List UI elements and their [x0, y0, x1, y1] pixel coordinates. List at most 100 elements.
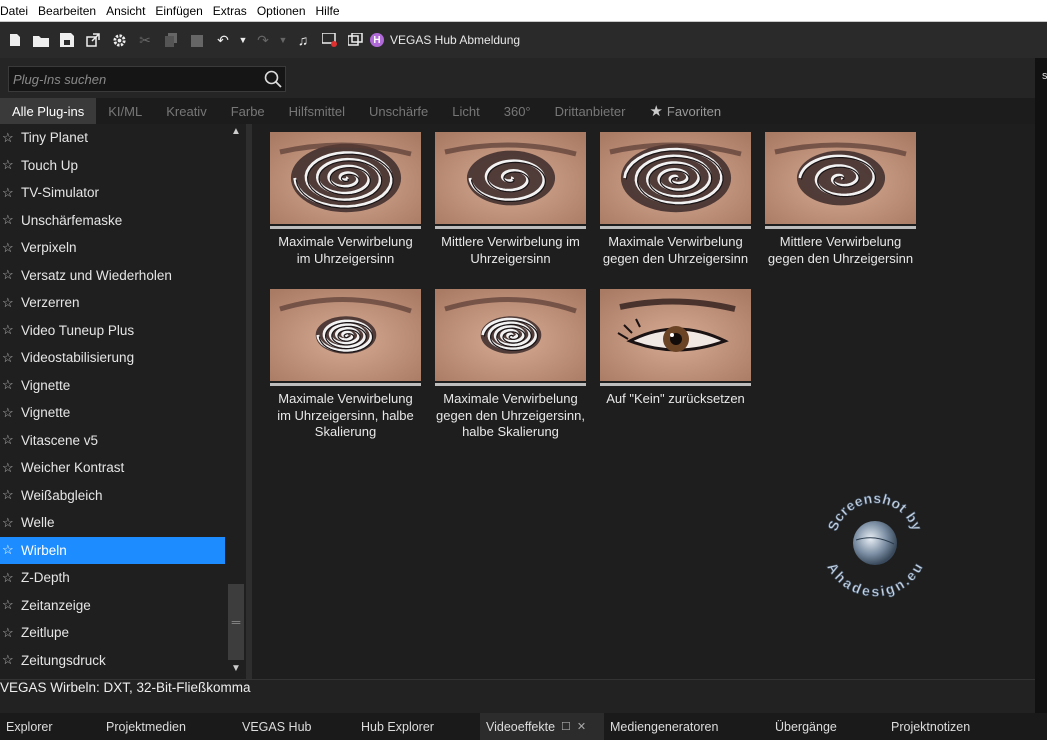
plugin-list-item[interactable]: ☆ Vignette: [0, 372, 225, 400]
star-outline-icon[interactable]: ☆: [2, 570, 20, 586]
tab-drittanbieter[interactable]: Drittanbieter: [543, 98, 638, 124]
tab-projektmedien[interactable]: Projektmedien: [100, 713, 236, 740]
paste-icon[interactable]: [186, 29, 208, 51]
tab-licht[interactable]: Licht: [440, 98, 491, 124]
tab-explorer[interactable]: Explorer: [0, 713, 100, 740]
plugin-list-scrollbar[interactable]: ▲ ═ ▼: [226, 124, 246, 679]
plugin-list-item[interactable]: ☆ Verpixeln: [0, 234, 225, 262]
star-outline-icon[interactable]: ☆: [2, 157, 20, 173]
star-outline-icon[interactable]: ☆: [2, 652, 20, 668]
hub-logout-label[interactable]: VEGAS Hub Abmeldung: [390, 33, 520, 47]
vegas-hub-icon[interactable]: H: [370, 33, 384, 47]
plugin-list-item[interactable]: ☆ Wirbeln: [0, 536, 225, 564]
redo-icon[interactable]: ↷: [252, 29, 274, 51]
preset-tile[interactable]: Auf "Kein" zurücksetzen: [600, 289, 751, 408]
tab-mediengeneratoren[interactable]: Mediengeneratoren: [604, 713, 769, 740]
star-outline-icon[interactable]: ☆: [2, 240, 20, 256]
menu-datei[interactable]: Datei: [0, 4, 34, 18]
preset-tile[interactable]: Mittlere Verwirbelung im Uhrzeigersinn: [435, 132, 586, 267]
plugin-list-item[interactable]: ☆ Zeitanzeige: [0, 592, 225, 620]
redo-dropdown-chevron-icon[interactable]: ▼: [278, 29, 288, 51]
star-outline-icon[interactable]: ☆: [2, 267, 20, 283]
plugin-list-item[interactable]: ☆ Zeitlupe: [0, 619, 225, 647]
music-note-icon[interactable]: ♫: [292, 29, 314, 51]
preset-thumbnail[interactable]: [270, 132, 421, 224]
preset-tile[interactable]: Maximale Verwirbelung gegen den Uhrzeige…: [600, 132, 751, 267]
menu-einfuegen[interactable]: Einfügen: [155, 4, 208, 18]
settings-gear-icon[interactable]: [108, 29, 130, 51]
star-outline-icon[interactable]: ☆: [2, 542, 20, 558]
copy-icon[interactable]: [160, 29, 182, 51]
preset-thumbnail[interactable]: [600, 132, 751, 224]
plugin-search-input[interactable]: [9, 67, 261, 91]
plugin-list-item[interactable]: ☆ Zeitungsdruck: [0, 647, 225, 675]
save-icon[interactable]: [56, 29, 78, 51]
tab-unschaerfe[interactable]: Unschärfe: [357, 98, 440, 124]
star-outline-icon[interactable]: ☆: [2, 185, 20, 201]
windows-layout-icon[interactable]: [344, 29, 366, 51]
preset-tile[interactable]: Maximale Verwirbelung im Uhrzeigersinn, …: [270, 289, 421, 441]
scroll-up-arrow-icon[interactable]: ▲: [226, 126, 246, 140]
plugin-list-item[interactable]: ☆ Video Tuneup Plus: [0, 317, 225, 345]
plugin-list-item[interactable]: ☆ Verzerren: [0, 289, 225, 317]
preset-thumbnail[interactable]: [435, 132, 586, 224]
preset-tile[interactable]: Mittlere Verwirbelung gegen den Uhrzeige…: [765, 132, 916, 267]
menu-bearbeiten[interactable]: Bearbeiten: [38, 4, 102, 18]
plugin-list-item[interactable]: ☆ Tiny Planet: [0, 124, 225, 152]
star-outline-icon[interactable]: ☆: [2, 130, 20, 146]
star-outline-icon[interactable]: ☆: [2, 432, 20, 448]
undo-icon[interactable]: ↶: [212, 29, 234, 51]
star-outline-icon[interactable]: ☆: [2, 460, 20, 476]
plugin-list-item[interactable]: ☆ Touch Up: [0, 152, 225, 180]
star-outline-icon[interactable]: ☆: [2, 377, 20, 393]
tab-videoeffekte[interactable]: Videoeffekte ☐ ✕: [480, 713, 604, 740]
plugin-list-item[interactable]: ☆ Vitascene v5: [0, 427, 225, 455]
preset-thumbnail[interactable]: [270, 289, 421, 381]
search-icon[interactable]: [261, 67, 285, 91]
tab-kreativ[interactable]: Kreativ: [154, 98, 218, 124]
menu-ansicht[interactable]: Ansicht: [106, 4, 151, 18]
maximize-icon[interactable]: ☐: [561, 720, 571, 733]
plugin-list-item[interactable]: ☆ Weicher Kontrast: [0, 454, 225, 482]
star-outline-icon[interactable]: ☆: [2, 212, 20, 228]
star-outline-icon[interactable]: ☆: [2, 597, 20, 613]
preset-thumbnail[interactable]: [435, 289, 586, 381]
menu-optionen[interactable]: Optionen: [257, 4, 312, 18]
cut-icon[interactable]: ✂: [134, 29, 156, 51]
new-file-icon[interactable]: [4, 29, 26, 51]
tab-360[interactable]: 360°: [492, 98, 543, 124]
preset-tile[interactable]: Maximale Verwirbelung gegen den Uhrzeige…: [435, 289, 586, 441]
export-icon[interactable]: [82, 29, 104, 51]
star-outline-icon[interactable]: ☆: [2, 295, 20, 311]
star-outline-icon[interactable]: ☆: [2, 405, 20, 421]
star-outline-icon[interactable]: ☆: [2, 487, 20, 503]
tab-favoriten[interactable]: ★ Favoriten: [637, 98, 733, 124]
star-outline-icon[interactable]: ☆: [2, 515, 20, 531]
menu-extras[interactable]: Extras: [213, 4, 253, 18]
tab-alle-plugins[interactable]: Alle Plug-ins: [0, 98, 97, 124]
scrollbar-thumb[interactable]: ═: [228, 584, 244, 660]
plugin-list-item[interactable]: ☆ Unschärfemaske: [0, 207, 225, 235]
star-outline-icon[interactable]: ☆: [2, 350, 20, 366]
star-outline-icon[interactable]: ☆: [2, 322, 20, 338]
undo-dropdown-chevron-icon[interactable]: ▼: [238, 29, 248, 51]
plugin-list-item[interactable]: ☆ Z-Depth: [0, 564, 225, 592]
plugin-list-item[interactable]: ☆ Weißabgleich: [0, 482, 225, 510]
plugin-list-item[interactable]: ☆ TV-Simulator: [0, 179, 225, 207]
tab-uebergaenge[interactable]: Übergänge: [769, 713, 885, 740]
star-outline-icon[interactable]: ☆: [2, 625, 20, 641]
tab-projektnotizen[interactable]: Projektnotizen: [885, 713, 1005, 740]
render-icon[interactable]: [318, 29, 340, 51]
tab-farbe[interactable]: Farbe: [219, 98, 277, 124]
open-folder-icon[interactable]: [30, 29, 52, 51]
tab-vegas-hub[interactable]: VEGAS Hub: [236, 713, 355, 740]
tab-hilfsmittel[interactable]: Hilfsmittel: [277, 98, 357, 124]
tab-ki-ml[interactable]: KI/ML: [96, 98, 154, 124]
plugin-list-item[interactable]: ☆ Videostabilisierung: [0, 344, 225, 372]
close-icon[interactable]: ✕: [577, 720, 586, 733]
scroll-down-arrow-icon[interactable]: ▼: [226, 663, 246, 677]
plugin-list-item[interactable]: ☆ Versatz und Wiederholen: [0, 262, 225, 290]
preset-thumbnail[interactable]: [600, 289, 751, 381]
menu-hilfe[interactable]: Hilfe: [316, 4, 346, 18]
tab-hub-explorer[interactable]: Hub Explorer: [355, 713, 480, 740]
